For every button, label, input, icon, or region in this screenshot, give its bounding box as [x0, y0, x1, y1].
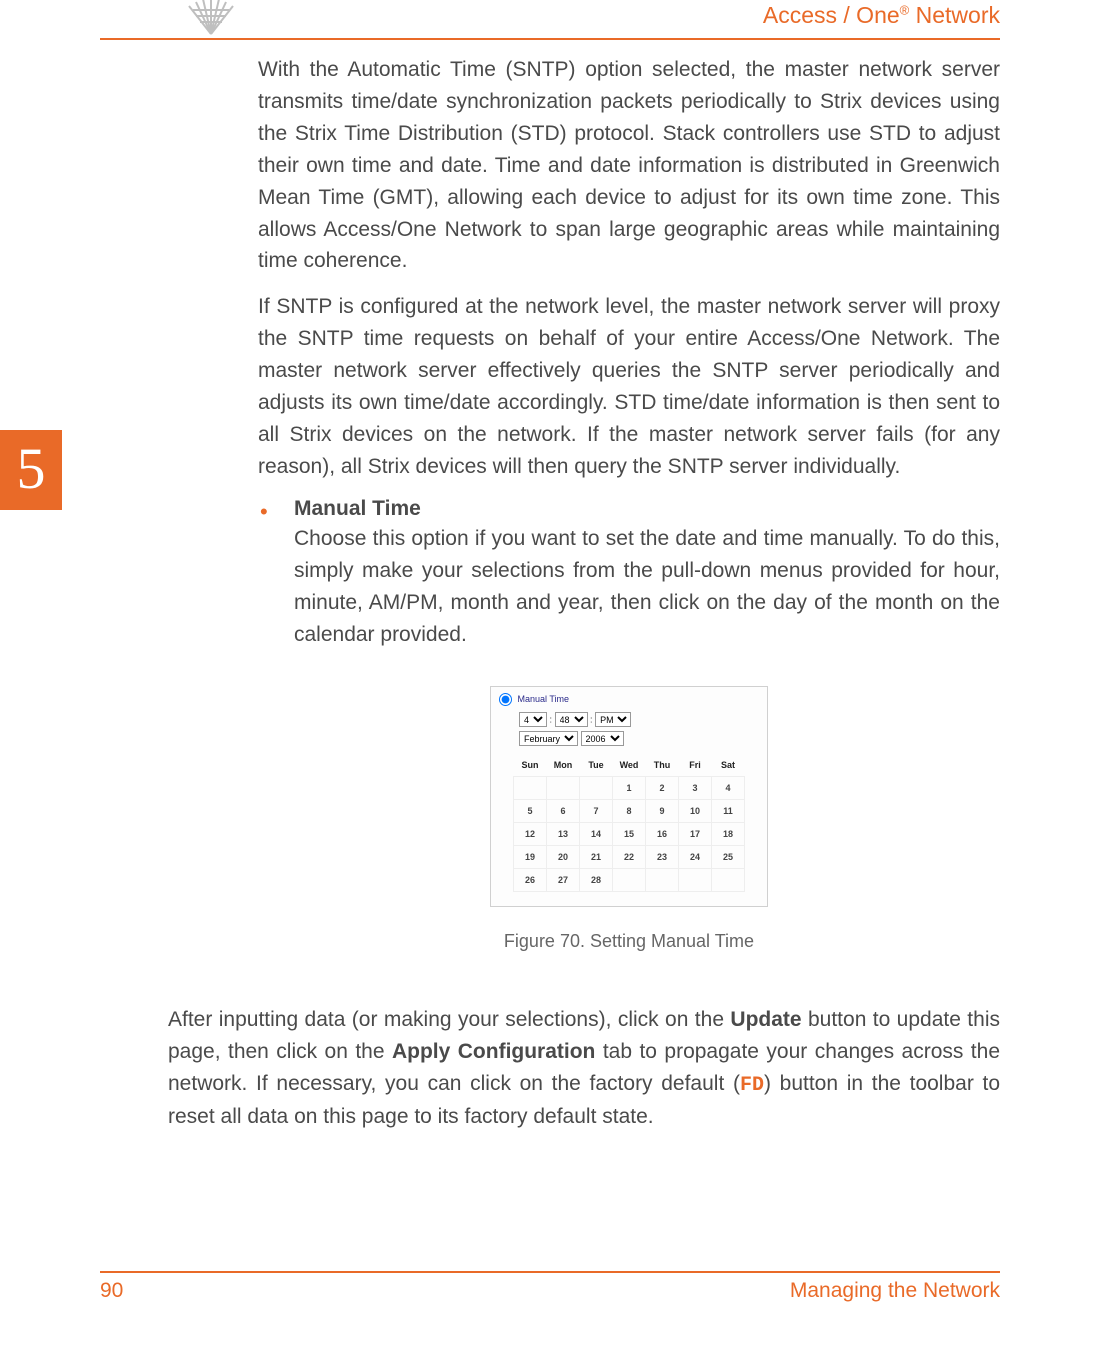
calendar-day-cell[interactable]: 7 [580, 800, 613, 823]
header-title: Access / One® Network [763, 2, 1000, 29]
figure-manual-time: Manual Time 4 : 48 : PM February 2006 Su… [258, 686, 1000, 952]
after-text-a: After inputting data (or making your sel… [168, 1008, 730, 1031]
calendar-day-header: Fri [679, 754, 712, 777]
calendar-day-cell [547, 777, 580, 800]
calendar-day-cell[interactable]: 23 [646, 846, 679, 869]
apply-config-ref: Apply Configuration [392, 1040, 595, 1063]
page-footer: 90 Managing the Network [100, 1271, 1000, 1303]
page-header: Access / One® Network [100, 0, 1000, 40]
registered-mark: ® [900, 2, 910, 17]
year-select[interactable]: 2006 [581, 731, 624, 746]
after-figure-paragraph: After inputting data (or making your sel… [168, 1004, 1000, 1147]
calendar-day-cell[interactable]: 28 [580, 869, 613, 892]
month-select[interactable]: February [519, 731, 578, 746]
bullet-body: Choose this option if you want to set th… [294, 523, 1000, 651]
calendar-day-cell[interactable]: 8 [613, 800, 646, 823]
calendar-day-cell[interactable]: 21 [580, 846, 613, 869]
manual-time-radio-label: Manual Time [518, 694, 570, 704]
body-column: With the Automatic Time (SNTP) option se… [258, 54, 1000, 952]
calendar-day-cell[interactable]: 6 [547, 800, 580, 823]
calendar-week-row: 567891011 [514, 800, 745, 823]
calendar-week-row: 12131415161718 [514, 823, 745, 846]
calendar-day-cell [580, 777, 613, 800]
calendar-day-cell[interactable]: 19 [514, 846, 547, 869]
hour-select[interactable]: 4 [519, 712, 547, 727]
calendar-day-cell[interactable]: 3 [679, 777, 712, 800]
calendar-day-cell[interactable]: 9 [646, 800, 679, 823]
logo-icon [186, 0, 236, 36]
factory-default-ref: FD [740, 1074, 764, 1097]
ampm-select[interactable]: PM [595, 712, 631, 727]
manual-time-radio[interactable] [499, 693, 512, 706]
calendar-day-cell[interactable]: 26 [514, 869, 547, 892]
calendar-day-header: Thu [646, 754, 679, 777]
figure-screenshot: Manual Time 4 : 48 : PM February 2006 Su… [490, 686, 768, 907]
calendar-day-cell[interactable]: 12 [514, 823, 547, 846]
calendar-day-cell[interactable]: 15 [613, 823, 646, 846]
calendar-day-cell[interactable]: 22 [613, 846, 646, 869]
page-number: 90 [100, 1279, 123, 1303]
update-button-ref: Update [730, 1008, 801, 1031]
header-title-suffix: Network [909, 2, 1000, 28]
calendar-day-cell[interactable]: 27 [547, 869, 580, 892]
bullet-manual-time: • Manual Time Choose this option if you … [258, 497, 1000, 665]
calendar-day-cell [646, 869, 679, 892]
paragraph-sntp-auto: With the Automatic Time (SNTP) option se… [258, 54, 1000, 277]
calendar-day-cell[interactable]: 5 [514, 800, 547, 823]
calendar-day-header: Tue [580, 754, 613, 777]
calendar-week-row: 262728 [514, 869, 745, 892]
calendar-day-cell [613, 869, 646, 892]
footer-section: Managing the Network [790, 1279, 1000, 1303]
minute-select[interactable]: 48 [555, 712, 588, 727]
figure-time-row: 4 : 48 : PM [519, 712, 759, 727]
calendar-day-cell[interactable]: 18 [712, 823, 745, 846]
calendar-day-cell[interactable]: 20 [547, 846, 580, 869]
calendar-day-cell[interactable]: 10 [679, 800, 712, 823]
calendar-day-header: Wed [613, 754, 646, 777]
calendar-day-header: Sun [514, 754, 547, 777]
calendar-day-header: Mon [547, 754, 580, 777]
calendar-day-cell[interactable]: 2 [646, 777, 679, 800]
paragraph-sntp-proxy: If SNTP is configured at the network lev… [258, 291, 1000, 482]
bullet-icon: • [258, 497, 294, 665]
bullet-title: Manual Time [294, 497, 1000, 521]
calendar-day-header: Sat [712, 754, 745, 777]
header-title-prefix: Access / One [763, 2, 900, 28]
calendar-day-cell[interactable]: 13 [547, 823, 580, 846]
calendar-day-cell[interactable]: 25 [712, 846, 745, 869]
calendar-day-cell[interactable]: 11 [712, 800, 745, 823]
calendar-day-cell[interactable]: 4 [712, 777, 745, 800]
chapter-number: 5 [17, 436, 46, 501]
calendar-day-cell [679, 869, 712, 892]
calendar-week-row: 19202122232425 [514, 846, 745, 869]
calendar-day-cell[interactable]: 24 [679, 846, 712, 869]
calendar-day-cell[interactable]: 14 [580, 823, 613, 846]
calendar-day-cell [712, 869, 745, 892]
calendar-day-cell[interactable]: 1 [613, 777, 646, 800]
calendar-day-cell[interactable]: 16 [646, 823, 679, 846]
calendar-week-row: 1234 [514, 777, 745, 800]
calendar-day-cell[interactable]: 17 [679, 823, 712, 846]
figure-month-row: February 2006 [519, 731, 759, 746]
calendar-header-row: SunMonTueWedThuFriSat [514, 754, 745, 777]
figure-caption: Figure 70. Setting Manual Time [258, 931, 1000, 952]
calendar-day-cell [514, 777, 547, 800]
chapter-tab: 5 [0, 430, 62, 510]
figure-radio-row: Manual Time [499, 693, 759, 706]
calendar-table: SunMonTueWedThuFriSat 123456789101112131… [513, 754, 745, 892]
